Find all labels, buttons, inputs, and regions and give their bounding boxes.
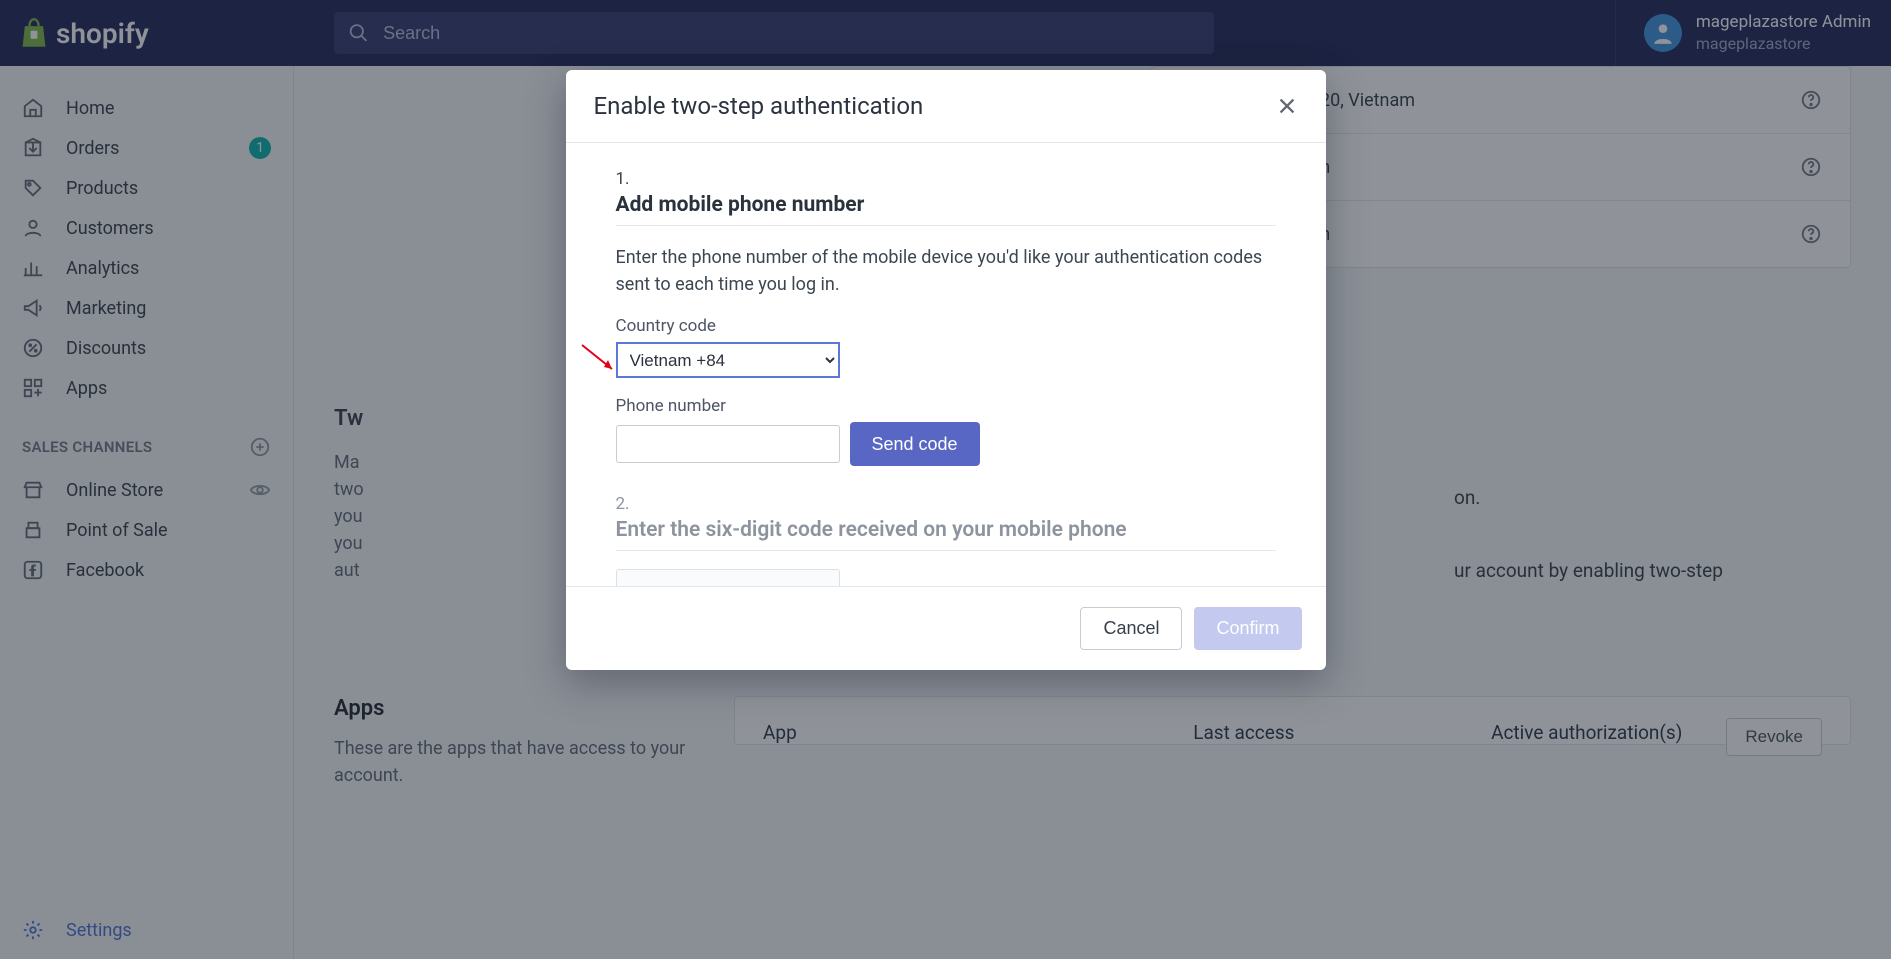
step1-desc: Enter the phone number of the mobile dev… [616, 244, 1276, 298]
close-icon[interactable] [1276, 95, 1298, 117]
country-code-label: Country code [616, 316, 1276, 336]
two-step-modal: Enable two-step authentication 1. Add mo… [566, 70, 1326, 670]
modal-overlay: Enable two-step authentication 1. Add mo… [0, 0, 1891, 959]
modal-body: 1. Add mobile phone number Enter the pho… [566, 143, 1326, 586]
modal-footer: Cancel Confirm [566, 586, 1326, 670]
send-code-button[interactable]: Send code [850, 422, 980, 466]
step2-number: 2. [616, 494, 1276, 514]
modal-title: Enable two-step authentication [594, 92, 924, 120]
confirm-button[interactable]: Confirm [1194, 607, 1301, 650]
phone-input[interactable] [616, 425, 840, 463]
code-input [616, 569, 840, 586]
cancel-button[interactable]: Cancel [1080, 607, 1182, 650]
red-arrow-annotation [580, 343, 620, 383]
modal-header: Enable two-step authentication [566, 70, 1326, 143]
step1-number: 1. [616, 169, 1276, 189]
step2-title: Enter the six-digit code received on you… [616, 518, 1276, 551]
phone-label: Phone number [616, 396, 1276, 416]
country-code-select[interactable]: Vietnam +84 [616, 342, 840, 378]
step1-title: Add mobile phone number [616, 193, 1276, 226]
